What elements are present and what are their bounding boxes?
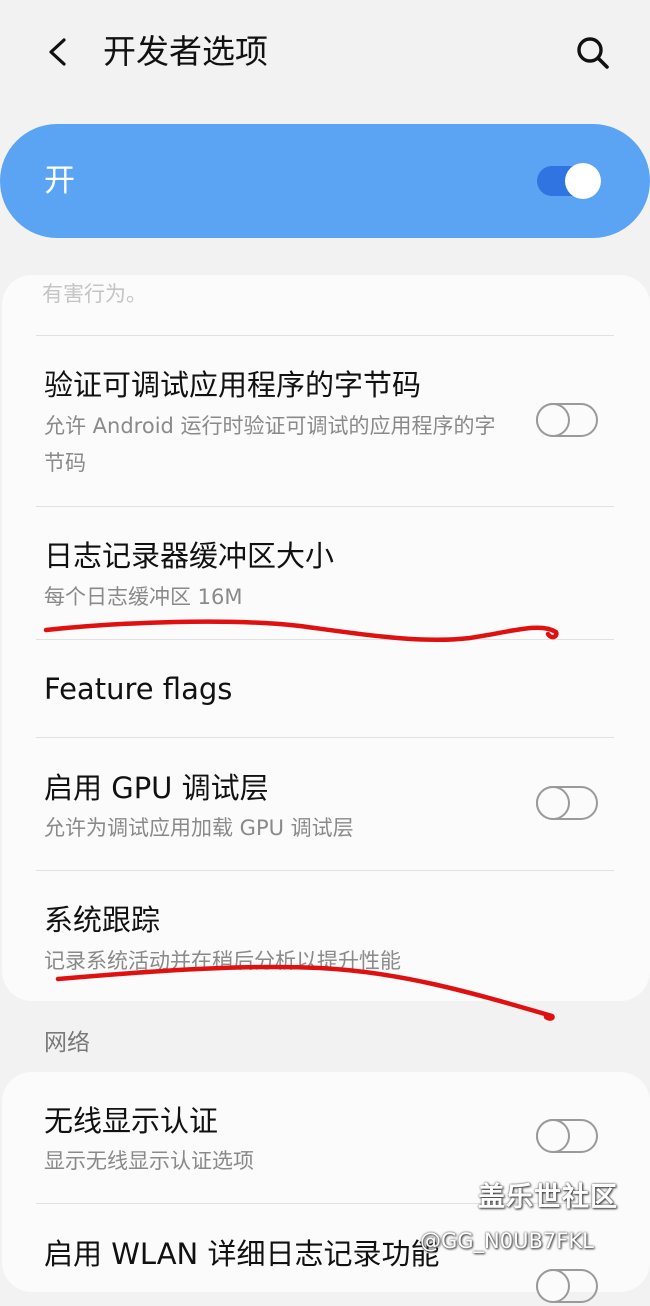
setting-title: Feature flags [44,672,233,706]
setting-subtitle: 允许 Android 运行时验证可调试的应用程序的字节码 [44,414,496,475]
setting-subtitle: 显示无线显示认证选项 [44,1149,254,1173]
setting-title: 启用 WLAN 详细日志记录功能 [44,1237,440,1271]
toggle-knob [536,1119,570,1153]
wireless-display-toggle[interactable] [534,1116,602,1156]
setting-title: 日志记录器缓冲区大小 [44,539,335,573]
section-header-network: 网络 [44,1030,90,1056]
setting-subtitle: 允许为调试应用加载 GPU 调试层 [44,816,354,840]
page-title: 开发者选项 [103,32,268,71]
setting-row-system-tracing[interactable]: 系统跟踪 记录系统活动并在稍后分析以提升性能 [0,871,650,999]
search-button[interactable] [570,30,614,74]
back-button[interactable] [38,30,78,74]
toggle-knob [536,403,570,437]
setting-title: 验证可调试应用程序的字节码 [44,368,422,402]
setting-title: 系统跟踪 [44,903,161,937]
setting-subtitle: 记录系统活动并在稍后分析以提升性能 [44,949,401,973]
toggle-knob [536,1269,570,1303]
master-switch-label: 开 [44,163,75,199]
watermark-site: 盖乐世社区 [478,1182,618,1213]
setting-row-feature-flags[interactable]: Feature flags [0,640,650,737]
master-toggle-knob [565,163,601,199]
master-toggle[interactable] [537,163,603,199]
toggle-knob [536,786,570,820]
truncated-description: 有害行为。 [42,282,147,306]
watermark-user: @GG_N0UB7FKL [420,1229,594,1253]
chevron-left-icon [49,38,66,66]
setting-subtitle: 每个日志缓冲区 16M [44,585,243,609]
gpu-debug-layers-toggle[interactable] [534,783,602,823]
setting-title: 无线显示认证 [44,1104,219,1138]
verify-bytecode-toggle[interactable] [534,400,602,440]
search-icon [577,37,609,69]
wlan-verbose-logging-toggle[interactable] [534,1266,602,1306]
app-header: 开发者选项 [0,0,650,104]
setting-row-logger-buffer[interactable]: 日志记录器缓冲区大小 每个日志缓冲区 16M [0,507,650,639]
setting-title: 启用 GPU 调试层 [44,771,269,805]
